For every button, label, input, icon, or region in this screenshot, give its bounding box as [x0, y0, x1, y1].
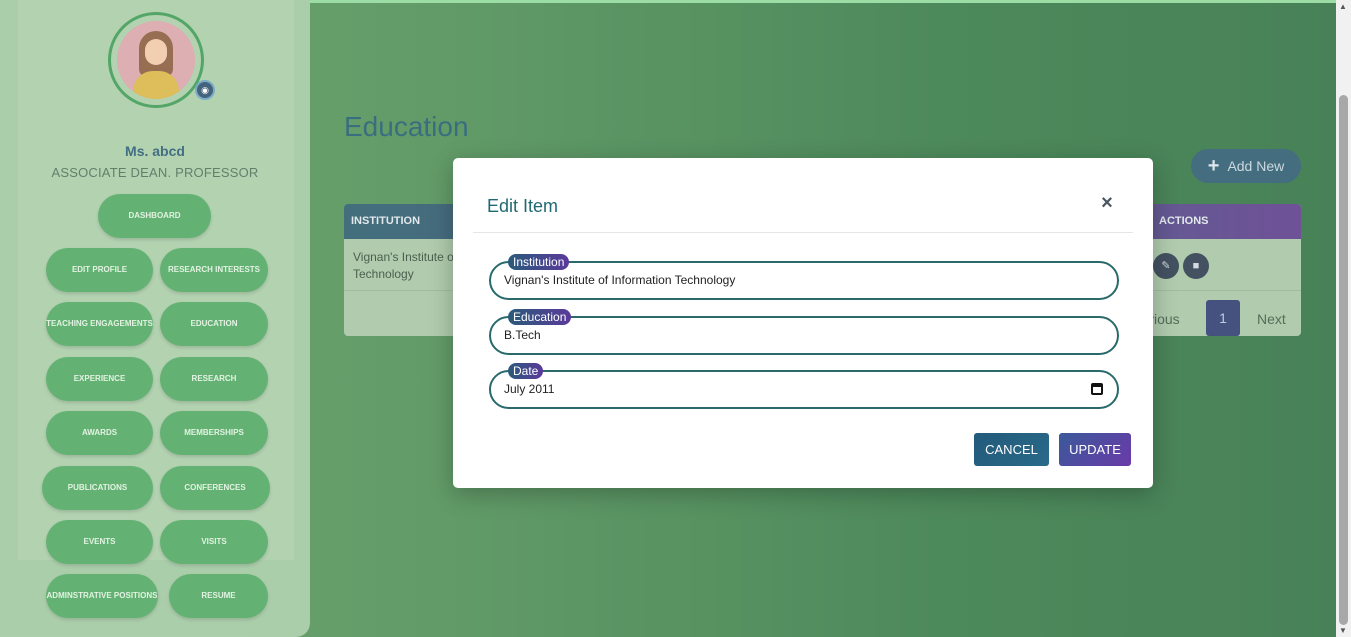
scroll-up-icon[interactable]: ▲ — [1339, 2, 1347, 11]
calendar-icon[interactable] — [1091, 383, 1103, 395]
institution-input[interactable] — [504, 273, 1064, 287]
edit-item-modal: Edit Item × Institution Education Date C… — [453, 158, 1153, 488]
cancel-button[interactable]: CANCEL — [974, 433, 1049, 466]
scrollbar-thumb[interactable] — [1339, 95, 1348, 625]
institution-label: Institution — [508, 254, 570, 270]
education-field[interactable]: Education — [489, 309, 1119, 355]
date-label: Date — [508, 363, 544, 379]
modal-divider — [473, 232, 1133, 233]
update-button[interactable]: UPDATE — [1059, 433, 1131, 466]
education-input[interactable] — [504, 328, 1064, 342]
date-field[interactable]: Date — [489, 363, 1119, 409]
date-input[interactable] — [504, 382, 1064, 396]
scroll-down-icon[interactable]: ▼ — [1339, 626, 1347, 635]
scrollbar[interactable]: ▲ ▼ — [1336, 0, 1351, 637]
close-icon[interactable]: × — [1097, 193, 1117, 213]
institution-field[interactable]: Institution — [489, 254, 1119, 300]
education-label: Education — [508, 309, 572, 325]
modal-title: Edit Item — [487, 196, 559, 216]
